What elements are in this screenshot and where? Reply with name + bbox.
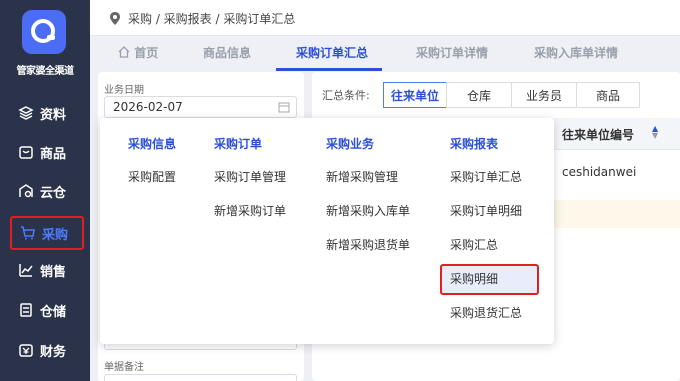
menu-item-return-summary[interactable]: 采购退货汇总 <box>450 304 522 321</box>
business-date-value: 2026-02-07 <box>113 100 183 114</box>
chart-icon <box>19 264 33 277</box>
top-bar: 采购 / 采购报表 / 采购订单汇总 <box>90 0 680 36</box>
sidebar-item-label: 仓储 <box>40 304 67 320</box>
tab-purchase-order-detail[interactable]: 采购订单详情 <box>416 44 488 61</box>
finance-icon <box>19 344 33 357</box>
menu-item-purchase-config[interactable]: 采购配置 <box>128 168 176 185</box>
menu-group-title: 采购业务 <box>326 137 375 151</box>
sidebar-item-purchase[interactable]: 采购 <box>10 216 84 250</box>
purchase-mega-menu: 采购信息 采购配置 采购订单 采购订单管理 新增采购订单 采购业务 新增采购管理… <box>100 118 554 344</box>
tab-label: 首页 <box>134 46 159 60</box>
business-date-input[interactable]: 2026-02-07 <box>104 96 297 118</box>
layers-icon <box>18 106 34 120</box>
cloud-warehouse-icon <box>19 184 33 198</box>
tab-goods-info[interactable]: 商品信息 <box>203 44 251 61</box>
menu-item-new-purchase-management[interactable]: 新增采购管理 <box>326 168 398 185</box>
sidebar-item-label: 云仓 <box>40 185 67 201</box>
menu-group-title: 采购信息 <box>128 137 177 151</box>
breadcrumb-text: 采购 / 采购报表 / 采购订单汇总 <box>128 12 296 26</box>
sidebar-item-label: 销售 <box>40 264 67 280</box>
tab-label: 采购订单详情 <box>416 46 489 60</box>
summary-option-goods[interactable]: 商品 <box>576 82 640 108</box>
cart-icon <box>21 226 35 240</box>
summary-option-salesperson[interactable]: 业务员 <box>511 82 577 108</box>
sidebar-item-storage[interactable]: 仓储 <box>10 295 84 325</box>
sidebar-item-label: 采购 <box>42 227 69 243</box>
option-label: 商品 <box>595 88 620 103</box>
menu-item-purchase-summary[interactable]: 采购汇总 <box>450 236 498 253</box>
remark-label: 单据备注 <box>104 362 144 373</box>
home-icon <box>118 46 130 58</box>
summary-condition-label: 汇总条件: <box>322 89 370 102</box>
sidebar-item-sales[interactable]: 销售 <box>10 255 84 285</box>
sidebar-item-label: 资料 <box>40 107 67 123</box>
menu-item-purchase-detail[interactable]: 采购明细 <box>450 270 498 287</box>
table-cell: ceshidanwei <box>562 165 637 179</box>
summary-option-partner[interactable]: 往来单位 <box>383 82 447 108</box>
remark-input[interactable] <box>104 374 297 381</box>
sidebar-item-finance[interactable]: 财务 <box>10 335 84 365</box>
tab-label: 采购入库单详情 <box>534 46 619 60</box>
tab-purchase-order-summary[interactable]: 采购订单汇总 <box>296 44 368 61</box>
sort-icon[interactable]: ▲ ▼ <box>652 125 658 140</box>
menu-item-new-return[interactable]: 新增采购退货单 <box>326 236 410 253</box>
storage-icon <box>20 303 32 317</box>
app-logo-icon[interactable] <box>22 10 66 54</box>
sidebar-item-label: 财务 <box>40 344 67 360</box>
sidebar-item-data[interactable]: 资料 <box>10 98 84 128</box>
option-label: 仓库 <box>466 88 491 103</box>
tab-home[interactable]: 首页 <box>118 44 158 61</box>
tab-label: 商品信息 <box>203 46 252 60</box>
menu-item-order-detail[interactable]: 采购订单明细 <box>450 202 522 219</box>
brand-name: 管家婆全渠道 <box>16 66 75 77</box>
calendar-icon <box>278 102 290 113</box>
option-label: 业务员 <box>525 88 562 103</box>
menu-item-order-management[interactable]: 采购订单管理 <box>214 168 286 185</box>
business-date-label: 业务日期 <box>104 85 144 96</box>
column-header-partner-code[interactable]: 往来单位编号 <box>562 126 634 143</box>
option-label: 往来单位 <box>390 88 439 103</box>
tab-label: 采购订单汇总 <box>296 46 369 60</box>
tab-purchase-inbound-detail[interactable]: 采购入库单详情 <box>534 44 618 61</box>
menu-item-order-summary[interactable]: 采购订单汇总 <box>450 168 522 185</box>
sidebar-item-label: 商品 <box>40 146 67 162</box>
menu-item-new-order[interactable]: 新增采购订单 <box>214 202 286 219</box>
summary-option-warehouse[interactable]: 仓库 <box>446 82 512 108</box>
sidebar-item-cloud-warehouse[interactable]: 云仓 <box>10 176 84 206</box>
active-tab-indicator <box>276 68 382 71</box>
box-icon <box>19 146 33 159</box>
sidebar: 管家婆全渠道 资料 商品 云仓 采购 销售 仓储 财务 <box>0 0 90 381</box>
breadcrumb: 采购 / 采购报表 / 采购订单汇总 <box>110 10 295 27</box>
sidebar-item-goods[interactable]: 商品 <box>10 137 84 167</box>
menu-group-title: 采购订单 <box>214 137 263 151</box>
menu-item-new-inbound[interactable]: 新增采购入库单 <box>326 202 410 219</box>
location-pin-icon <box>110 12 120 25</box>
menu-group-title: 采购报表 <box>450 137 499 151</box>
tab-bar: 首页 商品信息 采购订单汇总 采购订单详情 采购入库单详情 <box>90 36 680 72</box>
